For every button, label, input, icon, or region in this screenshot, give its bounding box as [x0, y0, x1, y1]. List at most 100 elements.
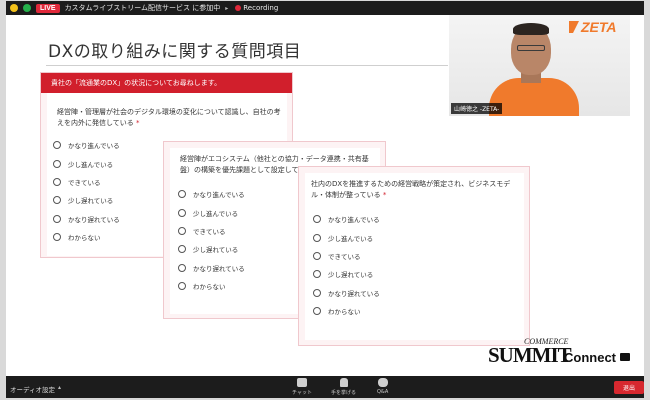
question-label: 経営陣・管理層が社会のデジタル環境の変化について認識し、自社の考えを内外に発信し…: [57, 108, 281, 127]
option-label: 少し遅れている: [68, 197, 114, 206]
radio-button[interactable]: [178, 245, 186, 254]
radio-option[interactable]: 少し遅れている: [178, 240, 245, 258]
question-text: 社内のDXを推進するための経営戦略が策定され、ビジネスモデル・体制が整っている …: [311, 179, 519, 201]
radio-option[interactable]: 少し進んでいる: [53, 154, 120, 172]
slide-title: DXの取り組みに関する質問項目: [48, 42, 302, 62]
radio-option[interactable]: できている: [53, 173, 120, 191]
radio-button[interactable]: [313, 307, 321, 316]
radio-option[interactable]: かなり遅れている: [53, 210, 120, 228]
raise-hand-label: 手を挙げる: [331, 390, 357, 396]
option-label: かなり遅れている: [68, 215, 120, 224]
security-icon[interactable]: [23, 4, 31, 12]
radio-option[interactable]: かなり進んでいる: [313, 210, 380, 228]
option-label: かなり進んでいる: [193, 191, 245, 200]
meeting-controls-bar: オーディオ設定 ▴ チャット 手を挙げる Q&A 退出: [6, 376, 644, 398]
zeta-logo-text: ZETA: [581, 19, 617, 35]
option-label: できている: [193, 227, 226, 236]
radio-button[interactable]: [53, 196, 61, 205]
speaker-hair: [513, 23, 549, 35]
speaker-glasses: [517, 45, 545, 51]
option-label: 少し進んでいる: [68, 160, 114, 169]
form-header: 貴社の「流通業のDX」の状況についてお尋ねします。: [41, 73, 292, 93]
logo-summit-text: SUMMIT: [488, 343, 572, 367]
radio-button[interactable]: [178, 190, 186, 199]
radio-button[interactable]: [313, 233, 321, 242]
option-label: かなり進んでいる: [328, 216, 380, 225]
question-label: 社内のDXを推進するための経営戦略が策定され、ビジネスモデル・体制が整っている: [311, 180, 511, 199]
top-status-bar: LIVE カスタムライブストリーム配信サービス に参加中 ▸ Recording: [6, 1, 644, 15]
participant-name-tag: 山崎徳之 -ZETA-: [451, 103, 503, 114]
radio-button[interactable]: [53, 159, 61, 168]
logo-connect-text: Connect: [564, 350, 616, 365]
radio-button[interactable]: [178, 282, 186, 291]
radio-group: かなり進んでいる 少し進んでいる できている 少し遅れている かなり遅れている …: [53, 136, 120, 246]
radio-option[interactable]: 少し進んでいる: [313, 228, 380, 246]
radio-button[interactable]: [313, 288, 321, 297]
option-label: できている: [328, 252, 361, 261]
radio-option[interactable]: できている: [178, 222, 245, 240]
qa-label: Q&A: [377, 389, 389, 395]
radio-button[interactable]: [178, 226, 186, 235]
leave-button[interactable]: 退出: [614, 381, 644, 394]
radio-button[interactable]: [53, 214, 61, 223]
question-text: 経営陣・管理層が社会のデジタル環境の変化について認識し、自社の考えを内外に発信し…: [57, 107, 283, 129]
radio-button[interactable]: [313, 270, 321, 279]
radio-option[interactable]: 少し遅れている: [313, 265, 380, 283]
title-divider: [46, 65, 448, 66]
chat-icon: [296, 378, 307, 387]
radio-option[interactable]: 少し進んでいる: [178, 203, 245, 221]
radio-option[interactable]: わからない: [53, 228, 120, 246]
raise-hand-button[interactable]: 手を挙げる: [331, 378, 356, 396]
radio-option[interactable]: かなり進んでいる: [53, 136, 120, 154]
radio-option[interactable]: わからない: [178, 277, 245, 295]
radio-option[interactable]: 少し遅れている: [53, 191, 120, 209]
chat-button[interactable]: チャット: [292, 378, 312, 396]
speaker-shirt: [489, 78, 579, 116]
audio-settings-button[interactable]: オーディオ設定: [10, 384, 55, 394]
hand-icon: [339, 378, 348, 387]
required-mark: *: [136, 119, 140, 127]
radio-button[interactable]: [313, 215, 321, 224]
option-label: かなり進んでいる: [68, 142, 120, 151]
required-mark: *: [382, 191, 387, 199]
record-dot-icon: [235, 5, 242, 11]
radio-button[interactable]: [53, 141, 61, 150]
radio-button[interactable]: [53, 233, 61, 242]
video-camera-icon: [620, 353, 630, 361]
qa-icon: [377, 378, 388, 387]
chevron-right-icon[interactable]: ▸: [225, 5, 228, 12]
zeta-mark-icon: [569, 21, 579, 33]
option-label: わからない: [328, 308, 361, 317]
chat-label: チャット: [292, 390, 312, 396]
survey-form-3: 社内のDXを推進するための経営戦略が策定され、ビジネスモデル・体制が整っている …: [298, 166, 530, 346]
radio-group: かなり進んでいる 少し進んでいる できている 少し遅れている かなり遅れている …: [313, 210, 380, 320]
option-label: 少し進んでいる: [193, 209, 239, 218]
radio-option[interactable]: かなり進んでいる: [178, 185, 245, 203]
zeta-logo: ZETA: [569, 19, 617, 35]
radio-option[interactable]: できている: [313, 247, 380, 265]
webcam-video-tile[interactable]: ZETA 山崎徳之 -ZETA-: [449, 15, 630, 116]
live-badge: LIVE: [36, 3, 60, 13]
recording-indicator: Recording: [235, 4, 278, 12]
caret-up-icon[interactable]: ▴: [58, 384, 61, 391]
radio-button[interactable]: [178, 263, 186, 272]
recording-label: Recording: [243, 4, 279, 12]
radio-group: かなり進んでいる 少し進んでいる できている 少し遅れている かなり遅れている …: [178, 185, 245, 295]
stream-title: カスタムライブストリーム配信サービス に参加中: [64, 4, 221, 12]
shield-icon[interactable]: [10, 4, 18, 12]
option-label: かなり遅れている: [193, 264, 245, 273]
option-label: わからない: [68, 234, 101, 243]
option-label: 少し進んでいる: [328, 234, 374, 243]
option-label: 少し遅れている: [328, 271, 374, 280]
radio-option[interactable]: わからない: [313, 302, 380, 320]
radio-option[interactable]: かなり遅れている: [178, 259, 245, 277]
option-label: できている: [68, 178, 101, 187]
option-label: わからない: [193, 283, 226, 292]
radio-button[interactable]: [313, 251, 321, 260]
radio-button[interactable]: [178, 208, 186, 217]
qa-button[interactable]: Q&A: [377, 378, 388, 395]
option-label: かなり遅れている: [328, 289, 380, 298]
commerce-summit-connect-logo: COMMERCE SUMMIT Connect: [484, 337, 632, 373]
radio-option[interactable]: かなり遅れている: [313, 284, 380, 302]
radio-button[interactable]: [53, 177, 61, 186]
